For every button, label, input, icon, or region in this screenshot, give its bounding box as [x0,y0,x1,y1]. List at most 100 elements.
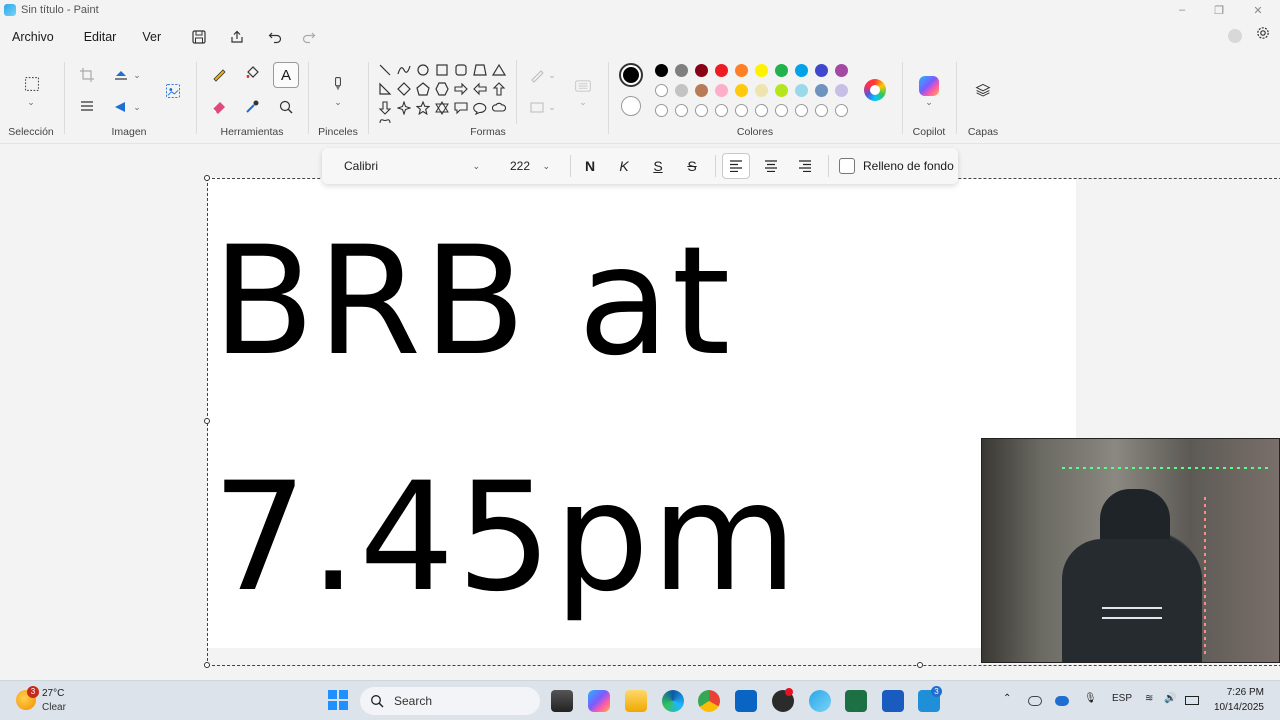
up-arrow-shape-icon[interactable] [492,82,506,96]
magnifier-icon[interactable] [275,96,297,118]
undo-icon[interactable] [263,25,287,49]
align-center-button[interactable] [758,153,784,179]
taskbar-search[interactable]: Search [360,687,540,715]
palette-color-swatch[interactable] [755,84,768,97]
underline-button[interactable]: S [645,153,671,179]
pencil-icon[interactable] [208,63,230,85]
flip-icon[interactable] [110,96,132,118]
custom-color-slot[interactable] [795,104,808,117]
menu-archivo[interactable]: Archivo [0,30,66,44]
save-icon[interactable] [187,25,211,49]
selection-chevron-icon[interactable]: ⌄ [22,96,40,108]
palette-color-swatch[interactable] [695,84,708,97]
text-tool-icon[interactable]: A [273,62,299,88]
heart-shape-icon[interactable] [378,118,392,124]
stroke-size-icon[interactable] [570,76,596,96]
palette-color-swatch[interactable] [795,64,808,77]
edit-colors-wheel-icon[interactable] [864,79,886,101]
layers-icon[interactable] [971,78,995,102]
strikethrough-button[interactable]: S [679,153,705,179]
image-select-icon[interactable] [160,78,186,104]
down-arrow-shape-icon[interactable] [378,101,392,115]
task-view-icon[interactable] [551,690,573,712]
palette-color-swatch[interactable] [735,64,748,77]
word-icon[interactable] [882,690,904,712]
crop-icon[interactable] [76,64,98,86]
account-icon[interactable] [1228,28,1242,43]
flip-chevron-icon[interactable]: ⌄ [130,96,144,118]
taskbar-time[interactable]: 7:26 PM [1227,687,1264,698]
four-point-star-shape-icon[interactable] [397,101,411,115]
resize-handle[interactable] [204,418,210,424]
edge-browser-icon[interactable] [662,690,684,712]
file-explorer-icon[interactable] [625,690,647,712]
palette-color-swatch[interactable] [675,84,688,97]
align-left-button[interactable] [722,153,750,179]
custom-color-slot[interactable] [695,104,708,117]
custom-color-slot[interactable] [655,84,668,97]
keyboard-language[interactable]: ESP [1112,693,1132,704]
left-arrow-shape-icon[interactable] [473,82,487,96]
copilot-chevron-icon[interactable]: ⌄ [920,96,938,108]
copilot-taskbar-icon[interactable] [588,690,610,712]
bold-button[interactable]: N [577,153,603,179]
outline-icon[interactable] [526,64,548,86]
right-arrow-shape-icon[interactable] [454,82,468,96]
palette-color-swatch[interactable] [795,84,808,97]
palette-color-swatch[interactable] [835,84,848,97]
palette-color-swatch[interactable] [675,64,688,77]
rotate-icon[interactable] [110,64,132,86]
rect-callout-shape-icon[interactable] [454,101,468,115]
custom-color-slot[interactable] [815,104,828,117]
chrome-browser-icon[interactable] [698,690,720,712]
italic-button[interactable]: K [611,153,637,179]
battery-icon[interactable] [1185,696,1199,705]
five-point-star-shape-icon[interactable] [416,101,430,115]
palette-color-swatch[interactable] [755,64,768,77]
resize-handle[interactable] [204,175,210,181]
settings-gear-icon[interactable] [1256,26,1270,45]
volume-icon[interactable]: 🔊 [1164,693,1176,704]
font-family-dropdown[interactable]: Calibri ⌄ [336,154,488,178]
weather-temp[interactable]: 27°C [42,688,64,699]
rectangle-shape-icon[interactable] [435,63,449,77]
palette-color-swatch[interactable] [715,84,728,97]
palette-color-swatch[interactable] [715,64,728,77]
primary-color-ring[interactable] [619,63,643,87]
fill-bucket-icon[interactable] [241,63,263,85]
cloud-callout-shape-icon[interactable] [492,101,506,115]
tray-overflow-chevron-icon[interactable]: ⌃ [1003,693,1011,704]
oval-shape-icon[interactable] [416,63,430,77]
right-triangle-shape-icon[interactable] [378,82,392,96]
line-shape-icon[interactable] [378,63,392,77]
align-right-button[interactable] [792,153,818,179]
custom-color-slot[interactable] [755,104,768,117]
custom-color-slot[interactable] [655,104,668,117]
custom-color-slot[interactable] [735,104,748,117]
background-fill-checkbox[interactable] [839,158,855,174]
microphone-icon[interactable]: 🎙 [1084,693,1097,704]
taskbar-date[interactable]: 10/14/2025 [1214,702,1264,713]
custom-color-slot[interactable] [715,104,728,117]
redo-icon[interactable] [297,25,321,49]
excel-icon[interactable] [845,690,867,712]
onedrive-icon[interactable] [1028,696,1042,706]
palette-color-swatch[interactable] [775,64,788,77]
selection-tool-icon[interactable] [20,72,44,96]
brush-chevron-icon[interactable]: ⌄ [329,96,347,108]
custom-color-slot[interactable] [835,104,848,117]
shape-fill-chevron-icon[interactable]: ⌄ [546,96,558,118]
palette-color-swatch[interactable] [735,84,748,97]
custom-color-slot[interactable] [675,104,688,117]
palette-color-swatch[interactable] [815,84,828,97]
wifi-icon[interactable]: ≋ [1145,693,1153,704]
onedrive-business-icon[interactable] [1055,696,1069,706]
curve-shape-icon[interactable] [397,63,411,77]
palette-color-swatch[interactable] [695,64,708,77]
brush-icon[interactable] [326,72,350,96]
rounded-rectangle-shape-icon[interactable] [454,63,468,77]
shape-fill-icon[interactable] [526,96,548,118]
outline-chevron-icon[interactable]: ⌄ [546,64,558,86]
eraser-icon[interactable] [208,96,230,118]
resize-handle[interactable] [204,662,210,668]
